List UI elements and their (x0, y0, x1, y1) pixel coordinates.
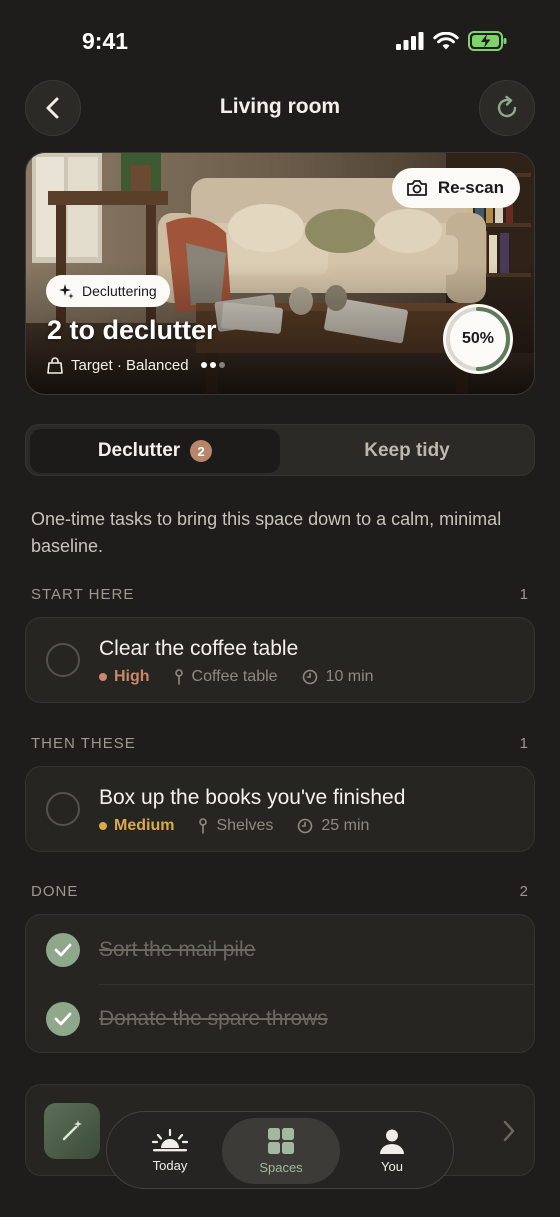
room-photo-card: Re-scan Decluttering 2 to declutter Targ… (25, 152, 535, 395)
tab-spaces[interactable]: Spaces (222, 1118, 340, 1184)
checkmark-icon (54, 943, 72, 957)
task-card[interactable]: Box up the books you've finished Medium … (25, 766, 535, 852)
task-duration: 25 min (321, 817, 370, 834)
pin-icon (199, 818, 208, 834)
section-header-then-these: THEN THESE 1 (31, 735, 529, 755)
completed-checkbox[interactable] (46, 933, 80, 967)
task-title: Clear the coffee table (99, 637, 299, 660)
task-meta: Medium Shelves 25 min (99, 817, 369, 835)
person-icon (380, 1129, 404, 1154)
task-checkbox[interactable] (46, 643, 80, 677)
tab-today[interactable]: Today (111, 1118, 229, 1184)
done-list-card: Sort the mail pile Donate the spare thro… (25, 914, 535, 1053)
task-card[interactable]: Clear the coffee table High Coffee table… (25, 617, 535, 703)
tab-today-label: Today (152, 1158, 188, 1173)
tab-declutter[interactable]: Declutter 2 (30, 429, 280, 473)
refresh-icon (497, 95, 517, 118)
tab-keep-tidy-label: Keep tidy (364, 440, 450, 461)
chevron-right-icon (503, 1120, 515, 1142)
tab-you-label: You (381, 1159, 403, 1174)
section-count: 2 (519, 883, 529, 900)
tab-you[interactable]: You (333, 1118, 451, 1184)
pin-icon (174, 669, 183, 685)
task-title: Box up the books you've finished (99, 786, 406, 809)
priority-label: Medium (99, 817, 174, 835)
mode-chip-label: Decluttering (82, 283, 157, 299)
battery-charging-icon (468, 31, 507, 51)
tab-bar: Today Spaces You (106, 1111, 454, 1189)
priority-label: High (99, 668, 150, 686)
done-task-title: Donate the spare throws (99, 1007, 328, 1030)
section-header-start-here: START HERE 1 (31, 586, 529, 606)
task-meta: High Coffee table 10 min (99, 668, 374, 686)
cellular-signal-icon (396, 32, 424, 50)
progress-ring: 50% (442, 303, 514, 375)
status-bar: 9:41 (0, 0, 560, 80)
done-task-title: Sort the mail pile (99, 938, 256, 961)
sunrise-icon (151, 1129, 189, 1152)
camera-icon (406, 180, 427, 196)
wifi-icon (433, 31, 459, 49)
priority-dot (99, 822, 107, 830)
section-title: THEN THESE (31, 735, 136, 752)
completed-checkbox[interactable] (46, 1002, 80, 1036)
section-header-done: DONE 2 (31, 883, 529, 903)
tab-spaces-label: Spaces (259, 1160, 303, 1175)
status-time: 9:41 (82, 28, 129, 54)
task-location: Coffee table (191, 668, 278, 685)
clock-icon (298, 818, 313, 834)
hero-subtitle-text: Target · Balanced (71, 356, 189, 374)
magic-wand-icon (44, 1103, 100, 1159)
progress-label: 50% (461, 330, 495, 347)
status-icons (396, 31, 508, 51)
section-title: DONE (31, 883, 79, 900)
hero-title: 2 to declutter (47, 315, 217, 345)
section-title: START HERE (31, 586, 135, 603)
navigation-bar: Living room (0, 80, 560, 136)
section-count: 1 (519, 735, 529, 752)
rescan-button[interactable]: Re-scan (391, 168, 520, 208)
divider (99, 984, 534, 985)
grid-icon (268, 1128, 294, 1154)
segmented-control: Declutter 2 Keep tidy (25, 424, 535, 476)
task-duration: 10 min (325, 668, 374, 685)
count-badge: 2 (190, 440, 213, 462)
rescan-label: Re-scan (437, 178, 504, 197)
task-checkbox[interactable] (46, 792, 80, 826)
refresh-button[interactable] (479, 80, 535, 136)
mode-chip: Decluttering (46, 275, 170, 307)
priority-dot (99, 673, 107, 681)
page-title: Living room (219, 95, 341, 118)
clock-icon (302, 669, 317, 685)
page-dots (200, 362, 225, 368)
task-location: Shelves (216, 817, 274, 834)
tab-keep-tidy[interactable]: Keep tidy (282, 429, 532, 473)
tab-declutter-label: Declutter (97, 440, 181, 461)
hero-subtitle: Target · Balanced (47, 356, 225, 374)
checkmark-icon (54, 1012, 72, 1026)
intro-text: One-time tasks to bring this space down … (31, 509, 502, 556)
sparkle-icon (59, 284, 74, 299)
bag-icon (47, 357, 63, 374)
section-count: 1 (519, 586, 529, 603)
